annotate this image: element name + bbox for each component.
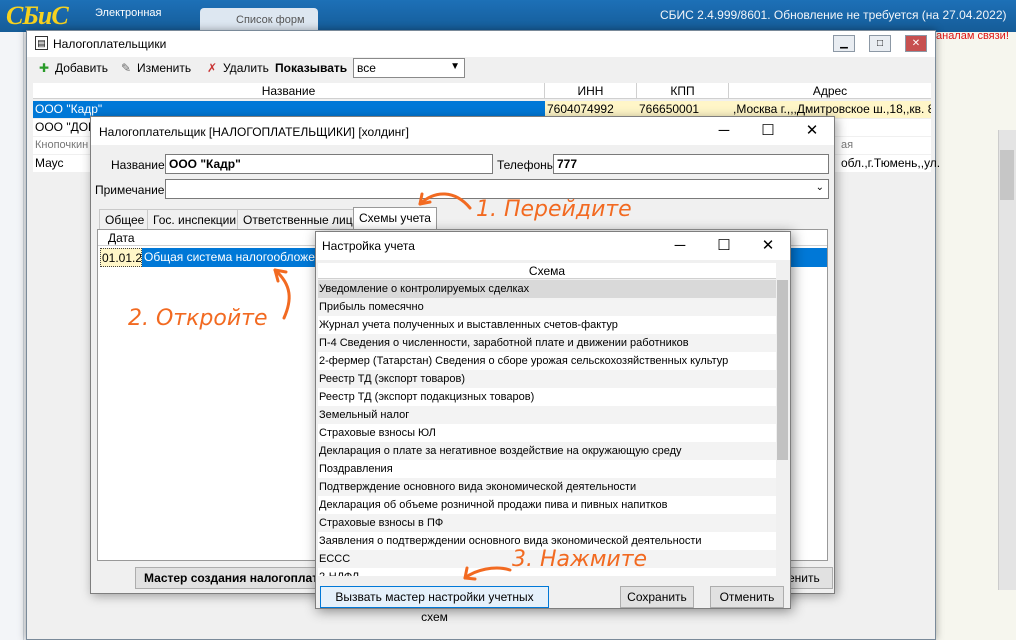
column-header-address[interactable]: Адрес [729, 83, 931, 99]
name-field[interactable]: ООО "Кадр" [165, 154, 493, 174]
app-scrollbar-thumb[interactable] [1000, 150, 1014, 200]
create-taxpayer-wizard-button[interactable]: Мастер создания налогоплат [135, 567, 325, 589]
phones-field[interactable]: 777 [553, 154, 829, 174]
annotation-step3: 3. Нажмите [512, 547, 648, 572]
cancel-button[interactable]: Отменить [710, 586, 784, 608]
list-item[interactable]: Страховые взносы ЮЛ [318, 424, 776, 442]
list-item[interactable]: Журнал учета полученных и выставленных с… [318, 316, 776, 334]
list-item[interactable]: Декларация об объеме розничной продажи п… [318, 496, 776, 514]
taxpayers-window-title: ▤ Налогоплательщики ▁ □ ✕ [27, 31, 935, 57]
delete-icon: ✗ [206, 61, 218, 75]
list-item[interactable]: П-4 Сведения о численности, заработной п… [318, 334, 776, 352]
minimize-icon[interactable]: ─ [658, 232, 702, 260]
app-logo-subtitle: Электронная [95, 7, 162, 19]
delete-button-label: Удалить [223, 61, 269, 75]
window-title-text: Налогоплательщики [53, 37, 167, 51]
tab-responsible-persons[interactable]: Ответственные лица [237, 209, 366, 229]
row-name: Кнопочкин [35, 139, 89, 151]
column-header-scheme[interactable]: Схема [318, 263, 776, 279]
tab-accounting-schemes[interactable]: Схемы учета [353, 207, 437, 229]
main-toolbar: ✚ Добавить ✎ Изменить ✗ Удалить Показыва… [27, 57, 935, 81]
maximize-icon[interactable]: ☐ [746, 117, 790, 145]
note-label: Примечание [95, 183, 165, 197]
app-tab-forms[interactable]: Список форм [200, 8, 318, 32]
taxpayer-dialog-title: Налогоплательщик [НАЛОГОПЛАТЕЛЬЩИКИ] [хо… [91, 117, 834, 145]
app-status-text: СБИС 2.4.999/8601. Обновление не требует… [660, 8, 1007, 22]
row-address: обл.,г.Тюмень,,ул. [841, 156, 941, 170]
app-left-panel [0, 32, 24, 640]
list-item[interactable]: Реестр ТД (экспорт товаров) [318, 370, 776, 388]
close-icon[interactable]: ✕ [790, 117, 834, 145]
scheme-list-scrollbar[interactable] [776, 280, 789, 576]
minimize-icon[interactable]: ▁ [833, 35, 855, 52]
add-icon: ✚ [38, 61, 50, 75]
list-item[interactable]: Прибыль помесячно [318, 298, 776, 316]
close-icon[interactable]: ✕ [746, 232, 790, 260]
column-header-inn[interactable]: ИНН [545, 83, 637, 99]
app-header: СБиС Электронная Список форм СБИС 2.4.99… [0, 0, 1016, 32]
row-name: Маус [35, 156, 64, 170]
save-button[interactable]: Сохранить [620, 586, 694, 608]
edit-icon: ✎ [120, 61, 132, 75]
app-logo: СБиС [6, 1, 69, 30]
chevron-down-icon: ⌄ [815, 182, 824, 193]
accounting-setup-title: Настройка учета ─ ☐ ✕ [316, 232, 790, 260]
row-name: ООО "ДОР [35, 120, 97, 134]
window-app-icon: ▤ [35, 36, 48, 50]
show-filter-select[interactable]: все ▼ [353, 58, 465, 78]
taxpayers-grid-header: Название ИНН КПП Адрес [33, 83, 931, 99]
phones-label: Телефоны [497, 158, 556, 172]
dialog-title-text: Настройка учета [322, 239, 415, 253]
add-button-label: Добавить [55, 61, 109, 75]
tab-general[interactable]: Общее [99, 209, 151, 229]
list-item[interactable]: Страховые взносы в ПФ [318, 514, 776, 532]
app-red-notice[interactable]: аналам связи! [936, 30, 1009, 42]
add-button[interactable]: ✚ Добавить [37, 61, 108, 75]
minimize-icon[interactable]: ─ [702, 117, 746, 145]
note-field[interactable]: ⌄ [165, 179, 829, 199]
dialog-title-text: Налогоплательщик [НАЛОГОПЛАТЕЛЬЩИКИ] [хо… [99, 125, 409, 139]
scheme-list: Уведомление о контролируемых сделках При… [318, 280, 776, 576]
list-item[interactable]: 2-фермер (Татарстан) Сведения о сборе ур… [318, 352, 776, 370]
scrollbar-thumb[interactable] [777, 280, 788, 460]
list-item[interactable]: Земельный налог [318, 406, 776, 424]
list-item[interactable]: Поздравления [318, 460, 776, 478]
maximize-icon[interactable]: ☐ [702, 232, 746, 260]
delete-button[interactable]: ✗ Удалить [205, 61, 269, 75]
list-item[interactable]: Подтверждение основного вида экономическ… [318, 478, 776, 496]
edit-button-label: Изменить [137, 61, 192, 75]
edit-button[interactable]: ✎ Изменить [119, 61, 191, 75]
annotation-step1: 1. Перейдите [476, 197, 632, 222]
list-item[interactable]: Уведомление о контролируемых сделках [318, 280, 776, 298]
chevron-down-icon: ▼ [450, 61, 460, 72]
column-header-date[interactable]: Дата [108, 231, 135, 245]
annotation-step2: 2. Откройте [128, 306, 268, 331]
tab-tax-inspections[interactable]: Гос. инспекции [147, 209, 243, 229]
maximize-icon[interactable]: □ [869, 35, 891, 52]
column-header-name[interactable]: Название [33, 83, 545, 99]
list-item[interactable]: Декларация о плате за негативное воздейс… [318, 442, 776, 460]
scheme-row-date[interactable]: 01.01.2( [100, 248, 142, 267]
call-scheme-wizard-button[interactable]: Вызвать мастер настройки учетных схем [320, 586, 549, 624]
list-item[interactable]: Реестр ТД (экспорт подакцизных товаров) [318, 388, 776, 406]
column-header-kpp[interactable]: КПП [637, 83, 729, 99]
show-filter-label: Показывать [275, 61, 348, 75]
show-filter-value: все [357, 61, 376, 75]
name-label: Название [111, 158, 165, 172]
close-icon[interactable]: ✕ [905, 35, 927, 52]
